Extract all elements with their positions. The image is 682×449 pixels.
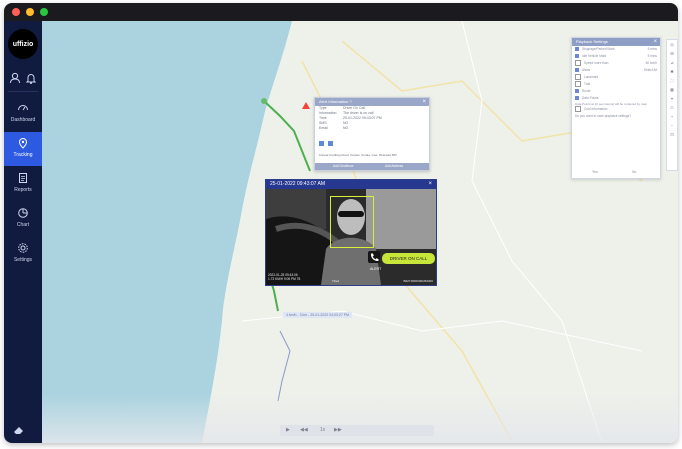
checkbox[interactable] [575,60,581,67]
alert-media-icons [315,131,429,153]
map-tool-button[interactable]: ♺ [667,103,677,112]
playback-option[interactable]: Route [572,88,660,95]
close-icon[interactable]: × [653,38,657,46]
sidebar-item-settings[interactable]: Settings [4,237,42,271]
pie-chart-icon [18,208,28,218]
app-logo[interactable]: uffizio [8,29,38,59]
close-window-button[interactable] [12,8,20,16]
map-tool-button[interactable]: ✱ [667,67,677,76]
video-popup-header: 25-01-2022 09:43:07 AM × [266,180,436,189]
yes-button[interactable]: Yes [592,170,598,174]
app-window: uffizio Dashboard Tracking Reports Chart… [4,3,678,443]
sidebar-divider [8,91,38,92]
speed-selector[interactable]: 1x [320,427,325,433]
alert-text: ALERT [370,267,382,271]
playback-option[interactable]: Landmark [572,74,660,81]
map-tool-button[interactable]: ⊡ [667,130,677,139]
user-icon[interactable] [8,71,22,85]
map-tool-button[interactable]: ⌖ [667,94,677,103]
checkbox[interactable] [575,68,579,73]
checkbox[interactable] [575,54,579,59]
playback-option[interactable]: Stoppage/Parked Mark 5 mins [572,46,660,53]
map-tool-button[interactable]: ⛶ [667,76,677,85]
sidebar-top-icons [4,71,42,85]
face-detection-box [330,196,374,248]
dashcam-frame: DRIVER ON CALL ALERT 2022-01-25 09:43:06… [266,189,436,285]
phone-icon [368,251,380,263]
bell-icon[interactable] [24,71,38,85]
alert-actions: Add Geofence Add Address [315,163,429,170]
video-center-text: Tilted [332,279,340,283]
video-popup: 25-01-2022 09:43:07 AM × DRIVER ON CALL … [265,179,437,286]
forward-button[interactable]: ▶▶ [334,427,342,433]
gear-icon [18,243,28,253]
map-tool-button[interactable]: ◎ [667,40,677,49]
zoom-in-button[interactable]: + [667,112,677,121]
add-address-button[interactable]: Add Address [385,163,403,170]
checkbox[interactable] [575,89,579,94]
no-button[interactable]: No [632,170,636,174]
route-label: 4 km/h - 3 km - 25-01-2022 04:03:27 PM [283,312,353,318]
checkbox[interactable] [575,74,581,81]
checkbox[interactable] [575,96,579,101]
map-tool-button[interactable]: ⊿ [667,58,677,67]
sidebar-item-tracking[interactable]: Tracking [4,132,42,166]
report-doc-icon [19,173,27,183]
speedometer-icon [18,105,28,111]
device-id-text: B6271800000UB2000 [403,279,433,283]
minimize-window-button[interactable] [26,8,34,16]
save-question: Do you want to save playback settings? [575,114,631,118]
checkbox[interactable] [575,47,579,52]
sidebar-item-reports[interactable]: Reports [4,167,42,201]
alert-info-header: Alert Information ? × [315,98,429,106]
play-button[interactable]: ▶ [286,427,290,433]
playback-option[interactable]: Cold Information [572,106,660,113]
playback-settings-header: Playback Settings × [572,38,660,46]
playback-option[interactable]: Speed more than 60 km/h [572,60,660,67]
rewind-button[interactable]: ◀◀ [300,427,308,433]
playback-option[interactable]: Idle Vehicle Mark 5 mins [572,53,660,60]
sidebar-item-chart[interactable]: Chart [4,202,42,236]
playback-option[interactable]: Alerts Select All [572,67,660,74]
video-timestamp: 2022-01-25 09:43:06 1.73 KM/H 9:05 PM 78 [268,273,301,281]
close-icon[interactable]: × [428,180,432,189]
map-tools: ◎ ⊞ ⊿ ✱ ⛶ ▦ ⌖ ♺ + − ⊡ [666,39,678,171]
playback-option[interactable]: Data Points [572,95,660,102]
playback-actions: Yes No [572,170,660,178]
zoom-out-button[interactable]: − [667,121,677,130]
playback-settings-panel: Playback Settings × Stoppage/Parked Mark… [571,37,661,179]
playback-option[interactable]: Trail [572,81,660,88]
video-icon[interactable] [328,141,334,146]
checkbox[interactable] [575,81,581,88]
map-tool-button[interactable]: ▦ [667,85,677,94]
checkbox[interactable] [575,106,581,113]
image-icon[interactable] [319,141,324,146]
sidebar: uffizio Dashboard Tracking Reports Chart… [4,21,42,443]
sidebar-item-dashboard[interactable]: Dashboard [4,97,42,131]
add-geofence-button[interactable]: Add Geofence [333,163,353,170]
driver-on-call-badge: DRIVER ON CALL [382,253,435,264]
maximize-window-button[interactable] [40,8,48,16]
playback-controls: ▶ ◀◀ 1x ▶▶ [280,425,434,436]
alert-info-popup: Alert Information ? × Type Driver On Call… [314,97,430,171]
eraser-icon[interactable] [12,425,26,435]
window-titlebar [4,3,678,21]
location-pin-icon [18,138,28,149]
close-icon[interactable]: × [422,98,426,106]
alert-location: Karwar-Kodibag Road, Karwar, Kerala, Goa… [319,153,397,157]
map-tool-button[interactable]: ⊞ [667,49,677,58]
